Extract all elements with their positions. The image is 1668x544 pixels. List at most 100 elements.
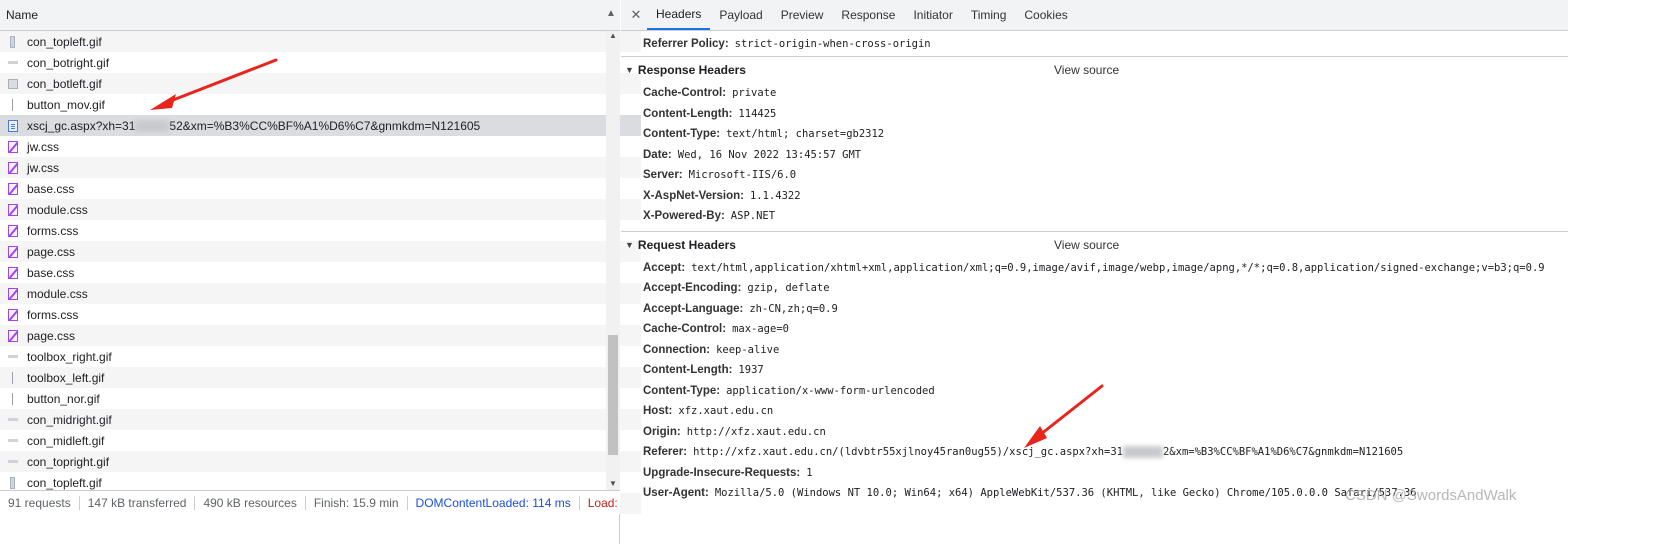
stylesheet-icon [8, 182, 18, 195]
request-row[interactable]: jw.css [0, 136, 641, 157]
stylesheet-icon [8, 245, 18, 258]
request-row[interactable]: base.css [0, 262, 641, 283]
request-name: base.css [27, 265, 75, 280]
request-row[interactable]: jw.css [0, 157, 641, 178]
request-name: button_nor.gif [27, 391, 100, 406]
gif-file-icon [8, 355, 18, 358]
scroll-up-icon[interactable]: ▲ [609, 31, 617, 40]
request-row[interactable]: forms.css [0, 220, 641, 241]
header-value: 1 [806, 466, 813, 479]
header-line: Referer: http://xfz.xaut.edu.cn/(ldvbtr55… [621, 442, 1568, 463]
tab-response[interactable]: Response [832, 0, 904, 30]
request-name: page.css [27, 244, 76, 259]
gif-file-icon [8, 439, 18, 442]
request-name: jw.css [27, 139, 60, 154]
gif-file-icon [8, 460, 18, 463]
expand-triangle-icon[interactable]: ▼ [625, 240, 634, 250]
request-row[interactable]: toolbox_left.gif [0, 367, 641, 388]
status-finish: Finish: 15.9 min [306, 495, 408, 510]
header-key: Server: [643, 169, 683, 182]
header-key: Date: [643, 148, 672, 161]
request-row[interactable]: con_midleft.gif [0, 430, 641, 451]
request-row[interactable]: button_mov.gif [0, 94, 641, 115]
gif-file-icon [12, 98, 13, 111]
stylesheet-icon [8, 203, 18, 216]
header-line: Date: Wed, 16 Nov 2022 13:45:57 GMT [621, 145, 1568, 166]
header-value: Wed, 16 Nov 2022 13:45:57 GMT [677, 148, 862, 161]
details-tab-bar: ✕ Headers Payload Preview Response Initi… [621, 0, 1568, 31]
redaction-blur [1122, 446, 1163, 459]
header-line: Content-Type: text/html; charset=gb2312 [621, 124, 1568, 145]
request-row[interactable]: con_topright.gif [0, 451, 641, 472]
request-row[interactable]: con_botleft.gif [0, 73, 641, 94]
redaction-blur [135, 119, 170, 132]
scroll-down-icon[interactable]: ▼ [609, 479, 617, 488]
request-name: jw.css [27, 160, 60, 175]
header-value: xfz.xaut.edu.cn [678, 405, 774, 418]
header-value: gzip, deflate [747, 282, 830, 295]
header-line: Content-Type: application/x-www-form-urle… [621, 381, 1568, 402]
header-value: http://xfz.xaut.edu.cn/(ldvbtr55xjlnoy45… [693, 446, 1123, 459]
scrollbar-thumb[interactable] [608, 335, 618, 455]
request-row[interactable]: con_botright.gif [0, 52, 641, 73]
request-row[interactable]: page.css [0, 241, 641, 262]
header-line: Cache-Control: private [621, 83, 1568, 104]
request-details-pane: ✕ Headers Payload Preview Response Initi… [621, 0, 1568, 514]
gif-file-icon [8, 418, 18, 421]
header-key: Content-Type: [643, 384, 721, 397]
request-row[interactable]: button_nor.gif [0, 388, 641, 409]
section-title: Response Headers [637, 63, 746, 77]
request-row[interactable]: module.css [0, 199, 641, 220]
request-name: con_topright.gif [27, 454, 110, 469]
name-column-header[interactable]: Name [0, 0, 620, 31]
section-title: Request Headers [637, 237, 736, 252]
tab-preview[interactable]: Preview [772, 0, 833, 30]
sort-triangle-icon[interactable]: ▲ [606, 8, 616, 19]
tab-initiator[interactable]: Initiator [904, 0, 961, 30]
status-transferred: 147 kB transferred [80, 495, 196, 510]
request-row[interactable]: base.css [0, 178, 641, 199]
network-status-bar: 91 requests 147 kB transferred 490 kB re… [0, 490, 620, 514]
header-key: X-AspNet-Version: [643, 189, 744, 202]
header-line: X-Powered-By: ASP.NET [621, 206, 1568, 227]
view-source-link[interactable]: View source [1054, 238, 1119, 252]
header-value: 1.1.4322 [749, 189, 801, 202]
request-name: con_midleft.gif [27, 433, 105, 448]
header-line: X-AspNet-Version: 1.1.4322 [621, 186, 1568, 207]
stylesheet-icon [8, 224, 18, 237]
tab-timing[interactable]: Timing [962, 0, 1016, 30]
request-headers-title[interactable]: ▼ Request Headers View source [621, 232, 1568, 258]
name-column-label: Name [6, 8, 39, 22]
request-row[interactable]: forms.css [0, 304, 641, 325]
request-headers-list: Accept: text/html,application/xhtml+xml,a… [621, 258, 1568, 504]
request-row[interactable]: xscj_gc.aspx?xh=31 52&xm=%B3%CC%BF%A1%D6%… [0, 115, 641, 136]
close-icon[interactable]: ✕ [625, 0, 647, 30]
header-line: Host: xfz.xaut.edu.cn [621, 401, 1568, 422]
gif-file-icon [12, 392, 13, 405]
request-name: module.css [27, 202, 88, 217]
document-icon [8, 119, 18, 132]
request-row[interactable]: toolbox_right.gif [0, 346, 641, 367]
response-headers-title[interactable]: ▼ Response Headers View source [621, 57, 1568, 83]
request-row[interactable]: con_midright.gif [0, 409, 641, 430]
request-row[interactable]: con_topleft.gif [0, 31, 641, 52]
header-line: Upgrade-Insecure-Requests: 1 [621, 463, 1568, 484]
stylesheet-icon [8, 308, 18, 321]
header-key: Accept-Encoding: [643, 282, 742, 295]
header-key: Connection: [643, 343, 711, 356]
header-line: Content-Length: 114425 [621, 104, 1568, 125]
tab-headers[interactable]: Headers [647, 0, 711, 30]
request-list-scrollbar[interactable]: ▲ ▼ [606, 31, 620, 490]
request-row[interactable]: page.css [0, 325, 641, 346]
header-line: Accept-Encoding: gzip, deflate [621, 278, 1568, 299]
request-name-tail: 52&xm=%B3%CC%BF%A1%D6%C7&gnmkdm=N121605 [169, 118, 481, 133]
request-name: toolbox_right.gif [27, 349, 112, 364]
expand-triangle-icon[interactable]: ▼ [625, 65, 634, 75]
tab-payload[interactable]: Payload [710, 0, 771, 30]
request-row[interactable]: module.css [0, 283, 641, 304]
view-source-link[interactable]: View source [1054, 63, 1119, 77]
gif-file-icon [10, 476, 15, 489]
tab-cookies[interactable]: Cookies [1015, 0, 1076, 30]
gif-file-icon [8, 61, 18, 64]
image-file-icon [8, 78, 18, 89]
